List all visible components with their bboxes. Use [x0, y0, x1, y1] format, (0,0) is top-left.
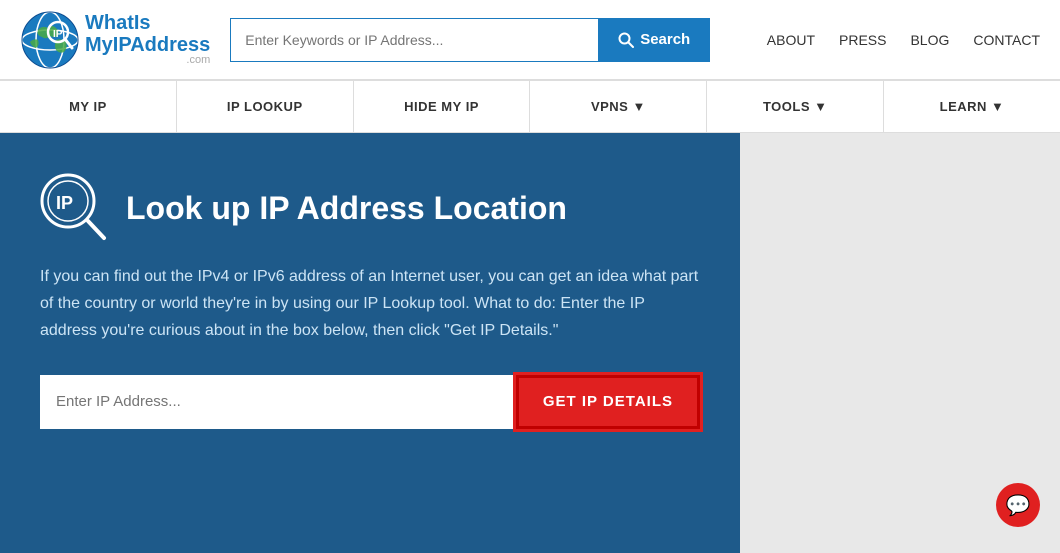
nav-hide-my-ip[interactable]: HIDE MY IP	[354, 81, 531, 132]
nav-learn[interactable]: LEARN ▼	[884, 81, 1060, 132]
search-input[interactable]	[230, 18, 598, 62]
nav-tools[interactable]: TOOLS ▼	[707, 81, 884, 132]
logo[interactable]: IP WhatIs MyIPAddress .com	[20, 10, 210, 70]
nav-my-ip[interactable]: MY IP	[0, 81, 177, 132]
top-nav-contact[interactable]: CONTACT	[973, 32, 1040, 48]
nav-vpns[interactable]: VPNS ▼	[530, 81, 707, 132]
main-content: IP Look up IP Address Location If you ca…	[0, 133, 740, 553]
logo-line1: WhatIs	[85, 12, 210, 34]
logo-globe-icon: IP	[20, 10, 80, 70]
search-bar: Search	[230, 18, 710, 62]
hero-title-row: IP Look up IP Address Location	[40, 173, 700, 243]
ip-address-input[interactable]	[40, 375, 516, 429]
search-icon	[618, 32, 634, 48]
logo-com: .com	[186, 54, 210, 66]
top-nav-blog[interactable]: BLOG	[910, 32, 949, 48]
hero-description: If you can find out the IPv4 or IPv6 add…	[40, 263, 700, 345]
nav-ip-lookup[interactable]: IP LOOKUP	[177, 81, 354, 132]
get-ip-details-button[interactable]: GET IP DETAILS	[516, 375, 700, 429]
top-nav: ABOUT PRESS BLOG CONTACT	[767, 32, 1040, 48]
svg-text:IP: IP	[56, 193, 73, 213]
search-button[interactable]: Search	[598, 18, 710, 62]
page-body: IP Look up IP Address Location If you ca…	[0, 133, 1060, 553]
main-nav: MY IP IP LOOKUP HIDE MY IP VPNS ▼ TOOLS …	[0, 80, 1060, 133]
header: IP WhatIs MyIPAddress .com Search ABOUT …	[0, 0, 1060, 80]
top-nav-press[interactable]: PRESS	[839, 32, 886, 48]
logo-text: WhatIs MyIPAddress .com	[85, 12, 210, 66]
support-icon: 💬	[1006, 493, 1031, 518]
top-nav-about[interactable]: ABOUT	[767, 32, 815, 48]
ip-input-row: GET IP DETAILS	[40, 375, 700, 429]
svg-text:IP: IP	[53, 29, 63, 40]
hero-title: Look up IP Address Location	[126, 189, 567, 227]
ip-lookup-icon: IP	[40, 173, 110, 243]
support-button[interactable]: 💬	[996, 483, 1040, 527]
logo-line2: MyIPAddress	[85, 34, 210, 56]
